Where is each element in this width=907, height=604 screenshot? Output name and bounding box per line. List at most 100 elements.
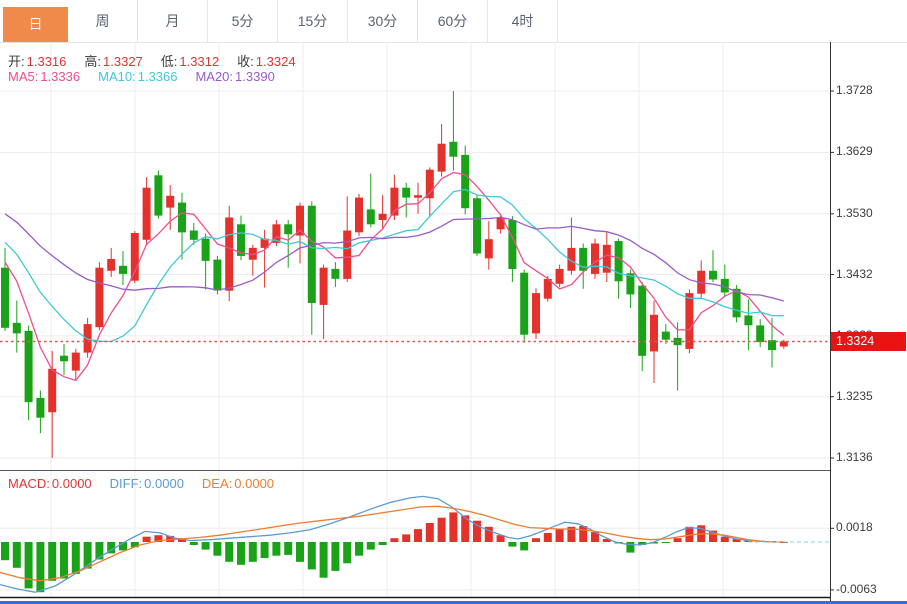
macd-readout: MACD:0.0000 DIFF:0.0000 DEA:0.0000	[8, 476, 292, 491]
macd-bar	[556, 529, 564, 542]
readout-pair: MA10:1.3366	[98, 69, 177, 84]
candle-body	[331, 269, 339, 279]
candle-body	[320, 268, 328, 305]
price-tick-label: 1.3136	[836, 450, 873, 464]
macd-bar	[390, 538, 398, 542]
readout-pair: 高:1.3327	[84, 54, 142, 69]
macd-bar	[331, 542, 339, 571]
macd-bar	[237, 542, 245, 565]
macd-bar	[249, 542, 257, 562]
price-tick-label: 1.3629	[836, 144, 873, 158]
candle-body	[107, 259, 115, 271]
macd-bar	[438, 518, 446, 542]
macd-bar	[544, 533, 552, 542]
candle-body	[650, 315, 658, 352]
dea-line	[0, 506, 784, 581]
readout-pair: 开:1.3316	[8, 54, 66, 69]
readout-pair: DIFF:0.0000	[110, 476, 184, 491]
candle-body	[343, 231, 351, 279]
candle-body	[662, 332, 670, 340]
price-tick-label: 1.3432	[836, 267, 873, 281]
candle-body	[190, 231, 198, 240]
macd-bar	[426, 523, 434, 542]
candle-body	[13, 323, 21, 334]
candle-body	[131, 233, 139, 281]
candle-body	[36, 398, 44, 418]
candle-body	[685, 293, 693, 349]
candle-body	[520, 273, 528, 335]
price-tick-label: 1.3728	[836, 83, 873, 97]
macd-bar	[402, 534, 410, 542]
macd-bar	[296, 542, 304, 562]
candle-body	[744, 315, 752, 325]
macd-bar	[508, 542, 516, 547]
candle-body	[119, 266, 127, 274]
ma20-line	[5, 214, 784, 301]
current-price-tag: 1.3324	[831, 332, 906, 351]
readout-pair: DEA:0.0000	[202, 476, 274, 491]
macd-bar	[308, 542, 316, 569]
macd-bar	[272, 542, 280, 556]
macd-bar	[532, 538, 540, 542]
candle-body	[355, 198, 363, 233]
readout-pair: MA5:1.3336	[8, 69, 80, 84]
candlestick-chart-canvas[interactable]	[0, 0, 907, 604]
macd-bar	[213, 542, 221, 556]
candle-body	[402, 188, 410, 198]
readout-pair: MA20:1.3390	[195, 69, 274, 84]
candle-body	[178, 203, 186, 233]
macd-bar	[355, 542, 363, 556]
macd-bar	[379, 542, 387, 545]
macd-bar	[449, 512, 457, 542]
candle-body	[225, 218, 233, 291]
candle-body	[426, 170, 434, 199]
price-tick-label: 1.3235	[836, 389, 873, 403]
macd-bar	[202, 542, 210, 550]
readout-pair: 收:1.3324	[237, 54, 295, 69]
candle-body	[756, 325, 764, 342]
candle-body	[95, 268, 103, 328]
candle-body	[60, 356, 68, 362]
macd-bar	[662, 542, 670, 543]
candle-body	[449, 142, 457, 157]
ohlc-readout: 开:1.3316 高:1.3327 低:1.3312 收:1.3324	[8, 51, 314, 70]
candle-body	[296, 206, 304, 236]
candle-body	[591, 244, 599, 274]
candle-body	[284, 224, 292, 234]
macd-bar	[48, 542, 56, 581]
readout-pair: MACD:0.0000	[8, 476, 92, 491]
macd-bar	[261, 542, 269, 558]
candle-body	[485, 239, 493, 258]
candle-body	[143, 188, 151, 240]
macd-bar	[190, 542, 198, 545]
macd-bar	[225, 542, 233, 562]
candle-body	[202, 239, 210, 261]
candle-body	[638, 286, 646, 356]
macd-bar	[520, 542, 528, 550]
macd-bar	[414, 529, 422, 542]
macd-bar	[626, 542, 634, 553]
candle-body	[461, 155, 469, 208]
macd-tick-label: -0.0063	[836, 582, 877, 596]
candle-body	[532, 293, 540, 333]
macd-bar	[343, 542, 351, 563]
candle-body	[72, 353, 80, 371]
macd-bar	[25, 542, 33, 588]
candle-body	[367, 209, 375, 224]
candle-body	[780, 342, 788, 347]
readout-pair: 低:1.3312	[161, 54, 219, 69]
candle-body	[556, 269, 564, 284]
candle-body	[166, 196, 174, 208]
candle-body	[213, 260, 221, 291]
macd-bar	[13, 542, 21, 568]
macd-bar	[579, 526, 587, 542]
macd-bar	[674, 538, 682, 542]
candle-body	[308, 206, 316, 303]
macd-bar	[320, 542, 328, 578]
candle-body	[379, 214, 387, 220]
macd-bar	[1, 542, 9, 560]
candle-body	[438, 144, 446, 172]
candle-body	[48, 369, 56, 412]
candle-body	[414, 195, 422, 198]
macd-tick-label: 0.0018	[836, 520, 873, 534]
